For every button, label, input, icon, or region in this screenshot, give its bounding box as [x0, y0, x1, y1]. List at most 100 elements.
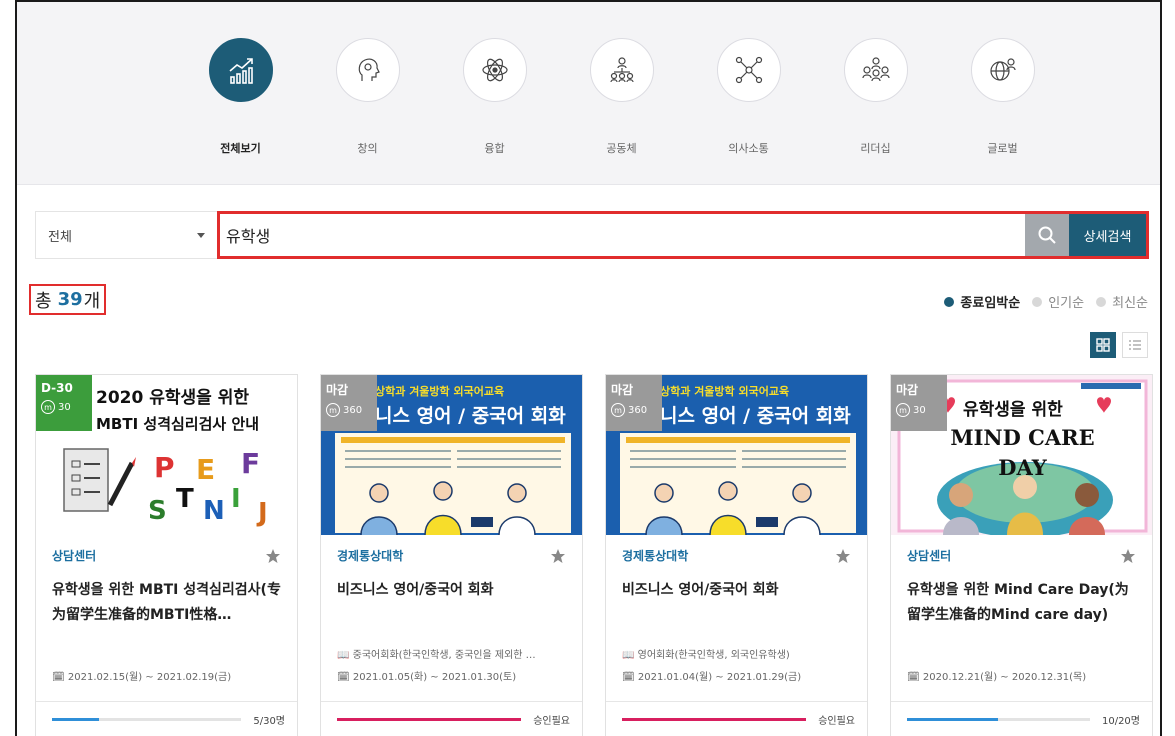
- card-approval-status: 승인필요: [533, 716, 570, 727]
- book-icon: 📖: [622, 650, 638, 660]
- search-input[interactable]: [220, 214, 1025, 256]
- svg-text:S: S: [148, 496, 167, 526]
- program-card[interactable]: 상학과 겨울방학 외국어교육 니스 영어 / 중국어 회화 마감 m 360 경…: [605, 374, 868, 736]
- card-title[interactable]: 비즈니스 영어/중국어 회화: [622, 578, 851, 628]
- card-org-row: 경제통상대학: [622, 547, 851, 564]
- category-label: 의사소통: [728, 142, 769, 155]
- card-title[interactable]: 유학생을 위한 MBTI 성격심리검사(专为留学生准备的MBTI性格…: [52, 578, 281, 628]
- mileage-icon: m: [611, 403, 625, 417]
- card-footer: 승인필요: [321, 701, 582, 736]
- sort-latest[interactable]: 최신순: [1096, 292, 1148, 311]
- category-convergence[interactable]: 융합: [431, 38, 558, 156]
- category-band: 전체보기 창의 융합 공동체 의사소통 리더십 글로벌: [17, 2, 1160, 185]
- globe-person-icon: [970, 38, 1035, 102]
- card-dates: 🗓 2021.02.15(월) ~ 2021.02.19(금): [52, 668, 281, 683]
- svg-text:I: I: [231, 484, 241, 514]
- progress-fill: [622, 718, 807, 721]
- card-thumbnail: 상학과 겨울방학 외국어교육 니스 영어 / 중국어 회화 마감 m 360: [606, 375, 867, 535]
- radio-dot-icon: [1096, 296, 1107, 307]
- program-card[interactable]: 2020 유학생을 위한 MBTI 성격심리검사 안내 P E F S T N …: [35, 374, 298, 736]
- points-badge: m 30: [896, 403, 942, 417]
- svg-text:E: E: [196, 453, 215, 486]
- radio-dot-icon: [944, 296, 955, 307]
- category-creativity[interactable]: 창의: [304, 38, 431, 156]
- card-date-range: 2021.01.04(월) ~ 2021.01.29(금): [637, 672, 802, 683]
- category-communication[interactable]: 의사소통: [685, 38, 812, 156]
- thumb-text: 2020 유학생을 위한: [96, 388, 249, 408]
- calendar-icon: 🗓: [337, 672, 353, 683]
- points-badge: m 360: [326, 403, 372, 417]
- advanced-search-button[interactable]: 상세검색: [1069, 214, 1146, 256]
- list-view-icon: [1129, 340, 1141, 350]
- grid-view-button[interactable]: [1090, 332, 1116, 358]
- status-badge: 마감 m 30: [891, 375, 947, 431]
- head-gear-icon: [335, 38, 400, 102]
- category-global[interactable]: 글로벌: [939, 38, 1066, 156]
- card-footer: 5/30명: [36, 701, 297, 736]
- category-leadership[interactable]: 리더십: [812, 38, 939, 156]
- card-title[interactable]: 유학생을 위한 Mind Care Day(为留学生准备的Mind care d…: [907, 578, 1136, 628]
- result-count: 총 39 개: [29, 284, 107, 315]
- sort-closing-soon[interactable]: 종료임박순: [944, 292, 1020, 311]
- category-label: 공동체: [606, 142, 637, 155]
- thumb-text: DAY: [998, 455, 1047, 480]
- thumb-text: 니스 영어 / 중국어 회화: [375, 405, 566, 427]
- progress-bar: [337, 718, 522, 721]
- search-button[interactable]: [1025, 214, 1069, 256]
- category-label: 융합: [484, 142, 505, 155]
- sort-popular[interactable]: 인기순: [1032, 292, 1084, 311]
- search-scope-select[interactable]: 전체: [35, 211, 218, 259]
- chart-growth-icon: [208, 38, 273, 102]
- star-icon[interactable]: [550, 548, 566, 564]
- calendar-icon: 🗓: [907, 672, 923, 683]
- program-card[interactable]: 상학과 겨울방학 외국어교육 니스 영어 / 중국어 회화 마감 m 360 경…: [320, 374, 583, 736]
- search-icon: [1038, 226, 1056, 244]
- category-nav: 전체보기 창의 융합 공동체 의사소통 리더십 글로벌: [177, 38, 1066, 156]
- status-badge: 마감 m 360: [321, 375, 377, 431]
- star-icon[interactable]: [835, 548, 851, 564]
- card-date-range: 2021.01.05(화) ~ 2021.01.30(토): [352, 672, 517, 683]
- thumb-text: MBTI 성격심리검사 안내: [96, 415, 260, 433]
- card-title[interactable]: 비즈니스 영어/중국어 회화: [337, 578, 566, 628]
- status-badge: 마감 m 360: [606, 375, 662, 431]
- card-body: 상담센터 유학생을 위한 MBTI 성격심리검사(专为留学生准备的MBTI性格……: [36, 535, 297, 683]
- card-note: [907, 646, 1136, 660]
- progress-fill: [337, 718, 522, 721]
- mileage-icon: m: [41, 400, 55, 414]
- search-scope-value: 전체: [48, 229, 72, 245]
- card-body: 경제통상대학 비즈니스 영어/중국어 회화 📖 영어회화(한국인학생, 외국인유…: [606, 535, 867, 683]
- status-badge: D-30 m 30: [36, 375, 92, 431]
- team-leader-icon: [843, 38, 908, 102]
- svg-text:J: J: [256, 498, 268, 528]
- sort-label: 최신순: [1112, 296, 1148, 311]
- card-thumbnail: 2020 유학생을 위한 MBTI 성격심리검사 안내 P E F S T N …: [36, 375, 297, 535]
- card-footer: 승인필요: [606, 701, 867, 736]
- status-badge-label: 마감: [896, 383, 919, 397]
- points-value: 360: [343, 404, 363, 416]
- star-icon[interactable]: [265, 548, 281, 564]
- result-count-prefix: 총: [35, 290, 52, 312]
- program-card-list: 2020 유학생을 위한 MBTI 성격심리검사 안내 P E F S T N …: [35, 374, 1153, 736]
- mileage-icon: m: [326, 403, 340, 417]
- sort-label: 종료임박순: [960, 296, 1021, 311]
- category-community[interactable]: 공동체: [558, 38, 685, 156]
- category-label: 글로벌: [987, 142, 1018, 155]
- list-view-button[interactable]: [1122, 332, 1148, 358]
- progress-fill: [52, 718, 100, 721]
- category-all[interactable]: 전체보기: [177, 38, 304, 156]
- status-badge-label: 마감: [326, 383, 349, 397]
- star-icon[interactable]: [1120, 548, 1136, 564]
- mileage-icon: m: [896, 403, 910, 417]
- points-value: 360: [628, 404, 648, 416]
- card-org-row: 상담센터: [52, 547, 281, 564]
- svg-text:F: F: [241, 447, 260, 480]
- card-approval-status: 승인필요: [818, 716, 855, 727]
- calendar-icon: 🗓: [622, 672, 638, 683]
- status-badge-label: 마감: [611, 383, 634, 397]
- card-dates: 🗓 2020.12.21(월) ~ 2020.12.31(목): [907, 668, 1136, 683]
- progress-bar: [907, 718, 1090, 721]
- card-note: 중국어회화(한국인학생, 중국인을 제외한 …: [352, 650, 536, 660]
- thumb-text: 상학과 겨울방학 외국어교육: [660, 385, 790, 398]
- program-card[interactable]: 유학생을 위한 MIND CARE DAY 마감 m 30 상담센터 유학생을 위…: [890, 374, 1153, 736]
- svg-text:T: T: [176, 484, 194, 514]
